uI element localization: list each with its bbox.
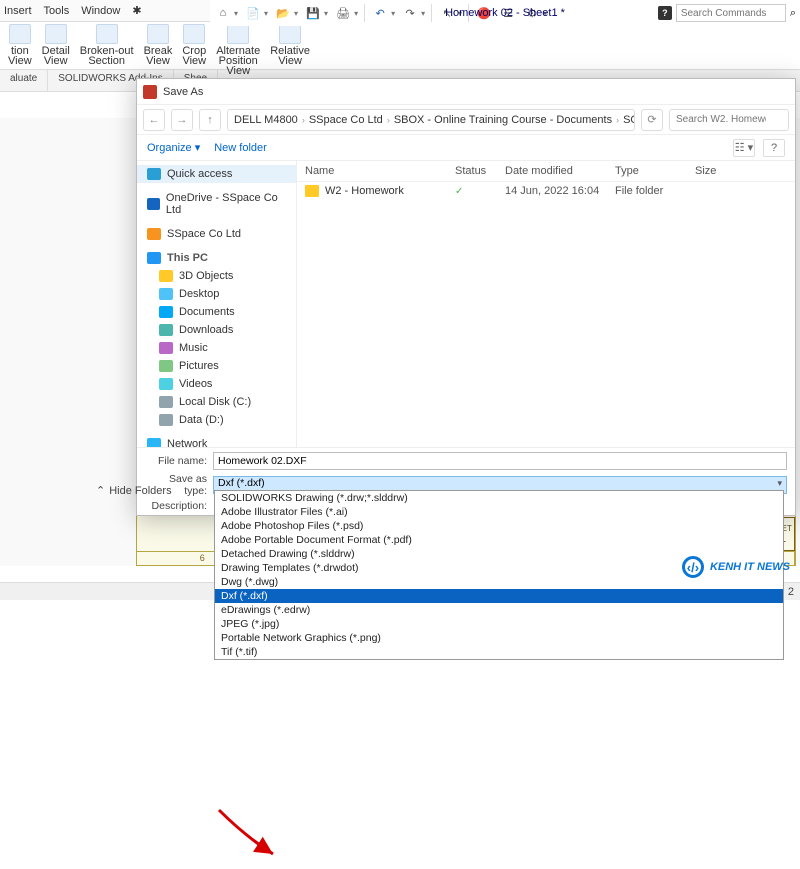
ribbon-broken-section[interactable]: Broken-out Section [76,24,138,66]
home-icon[interactable]: ⌂ [214,4,232,22]
address-bar[interactable]: DELL M4800› SSpace Co Ltd› SBOX - Online… [227,109,635,131]
print-icon[interactable]: 🖨 [334,4,352,22]
nav-documents[interactable]: Documents [137,303,296,321]
redo-icon[interactable]: ↷ [401,4,419,22]
save-icon[interactable]: 💾 [304,4,322,22]
nav-music[interactable]: Music [137,339,296,357]
undo-icon[interactable]: ↶ [371,4,389,22]
nav-this-pc[interactable]: This PC [137,249,296,267]
sync-status-icon: ✓ [455,186,505,197]
dialog-bottom: File name: Save as type: Dxf (*.dxf) Des… [137,447,795,515]
open-icon[interactable]: 📂 [274,4,292,22]
type-option-dxf[interactable]: Dxf (*.dxf) [215,589,783,603]
type-option[interactable]: Adobe Photoshop Files (*.psd) [215,519,783,533]
ribbon-section-view[interactable]: tion View [4,24,36,66]
nav-3d-objects[interactable]: 3D Objects [137,267,296,285]
file-list[interactable]: NameStatus Date modifiedTypeSize W2 - Ho… [297,161,795,447]
search-icon[interactable]: ⌕ [790,7,796,20]
nav-sspace[interactable]: SSpace Co Ltd [137,225,296,243]
breadcrumb[interactable]: SBOX - Online Training Course - Document… [394,114,612,126]
folder-search-input[interactable] [669,109,789,131]
chevron-down-icon: ⌃ [96,484,105,497]
new-folder-button[interactable]: New folder [214,142,267,154]
nav-pictures[interactable]: Pictures [137,357,296,375]
save-as-dialog: Save As ← → ↑ DELL M4800› SSpace Co Ltd›… [136,78,796,516]
organize-button[interactable]: Organize ▾ [147,141,200,154]
search-commands-input[interactable] [676,4,786,22]
solidworks-icon [143,85,157,99]
type-option[interactable]: SOLIDWORKS Drawing (*.drw;*.slddrw) [215,491,783,505]
nav-disk-d[interactable]: Data (D:) [137,411,296,429]
menu-tools[interactable]: Tools [44,5,70,17]
filename-label: File name: [145,455,213,467]
nav-forward-button[interactable]: → [171,109,193,131]
dialog-navbar: ← → ↑ DELL M4800› SSpace Co Ltd› SBOX - … [137,105,795,135]
view-mode-button[interactable]: ☷ ▾ [733,139,755,157]
ribbon-break-view[interactable]: Break View [140,24,177,66]
breadcrumb[interactable]: SOLIDWORKS Essential [623,114,635,126]
hide-folders-button[interactable]: ⌃ Hide Folders [96,484,172,497]
ribbon: tion View Detail View Broken-out Section… [0,22,800,70]
ribbon-detail-view[interactable]: Detail View [38,24,74,66]
type-option[interactable]: Adobe Illustrator Files (*.ai) [215,505,783,519]
ribbon-crop-view[interactable]: Crop View [178,24,210,66]
nav-refresh-button[interactable]: ⟳ [641,109,663,131]
quick-toolbar: ⌂▾ 📄▾ 📂▾ 💾▾ 🖨▾ ↶▾ ↷▾ ↖▾ 🔴 ☰ ⚙▾ Homework … [210,0,800,26]
dialog-title: Save As [163,86,203,98]
nav-tree[interactable]: Quick access OneDrive - SSpace Co Ltd SS… [137,161,297,447]
document-title: Homework 02 - Sheet1 * [445,7,565,19]
tab-evaluate[interactable]: aluate [0,70,48,91]
new-icon[interactable]: 📄 [244,4,262,22]
dialog-titlebar: Save As [137,79,795,105]
type-option[interactable]: Portable Network Graphics (*.png) [215,631,783,645]
watermark-icon: ‹/› [682,556,704,578]
watermark: ‹/› KENH IT NEWS [682,556,790,578]
description-label: Description: [145,500,213,512]
breadcrumb[interactable]: SSpace Co Ltd [309,114,383,126]
file-row[interactable]: W2 - Homework ✓ 14 Jun, 2022 16:04 File … [297,182,795,200]
type-option[interactable]: Adobe Portable Document Format (*.pdf) [215,533,783,547]
nav-disk-c[interactable]: Local Disk (C:) [137,393,296,411]
filename-input[interactable] [213,452,787,470]
folder-icon [305,185,319,197]
nav-onedrive[interactable]: OneDrive - SSpace Co Ltd [137,189,296,219]
help-button[interactable]: ? [763,139,785,157]
nav-downloads[interactable]: Downloads [137,321,296,339]
nav-videos[interactable]: Videos [137,375,296,393]
nav-desktop[interactable]: Desktop [137,285,296,303]
nav-up-button[interactable]: ↑ [199,109,221,131]
help-icon[interactable]: ? [658,6,672,20]
nav-back-button[interactable]: ← [143,109,165,131]
nav-network[interactable]: Network [137,435,296,447]
menu-help[interactable]: ✱ [132,4,141,17]
type-option[interactable]: eDrawings (*.edrw) [215,603,783,617]
annotation-arrow [215,806,285,866]
nav-quick-access[interactable]: Quick access [137,165,296,183]
ribbon-alt-position[interactable]: Alternate Position View [212,24,264,76]
type-option[interactable]: JPEG (*.jpg) [215,617,783,631]
file-list-header[interactable]: NameStatus Date modifiedTypeSize [297,161,795,182]
type-option[interactable]: Tif (*.tif) [215,645,783,659]
ribbon-relative-view[interactable]: Relative View [266,24,314,66]
menu-insert[interactable]: Insert [4,5,32,17]
breadcrumb[interactable]: DELL M4800 [234,114,298,126]
menu-window[interactable]: Window [81,5,120,17]
dialog-toolbar: Organize ▾ New folder ☷ ▾ ? [137,135,795,161]
